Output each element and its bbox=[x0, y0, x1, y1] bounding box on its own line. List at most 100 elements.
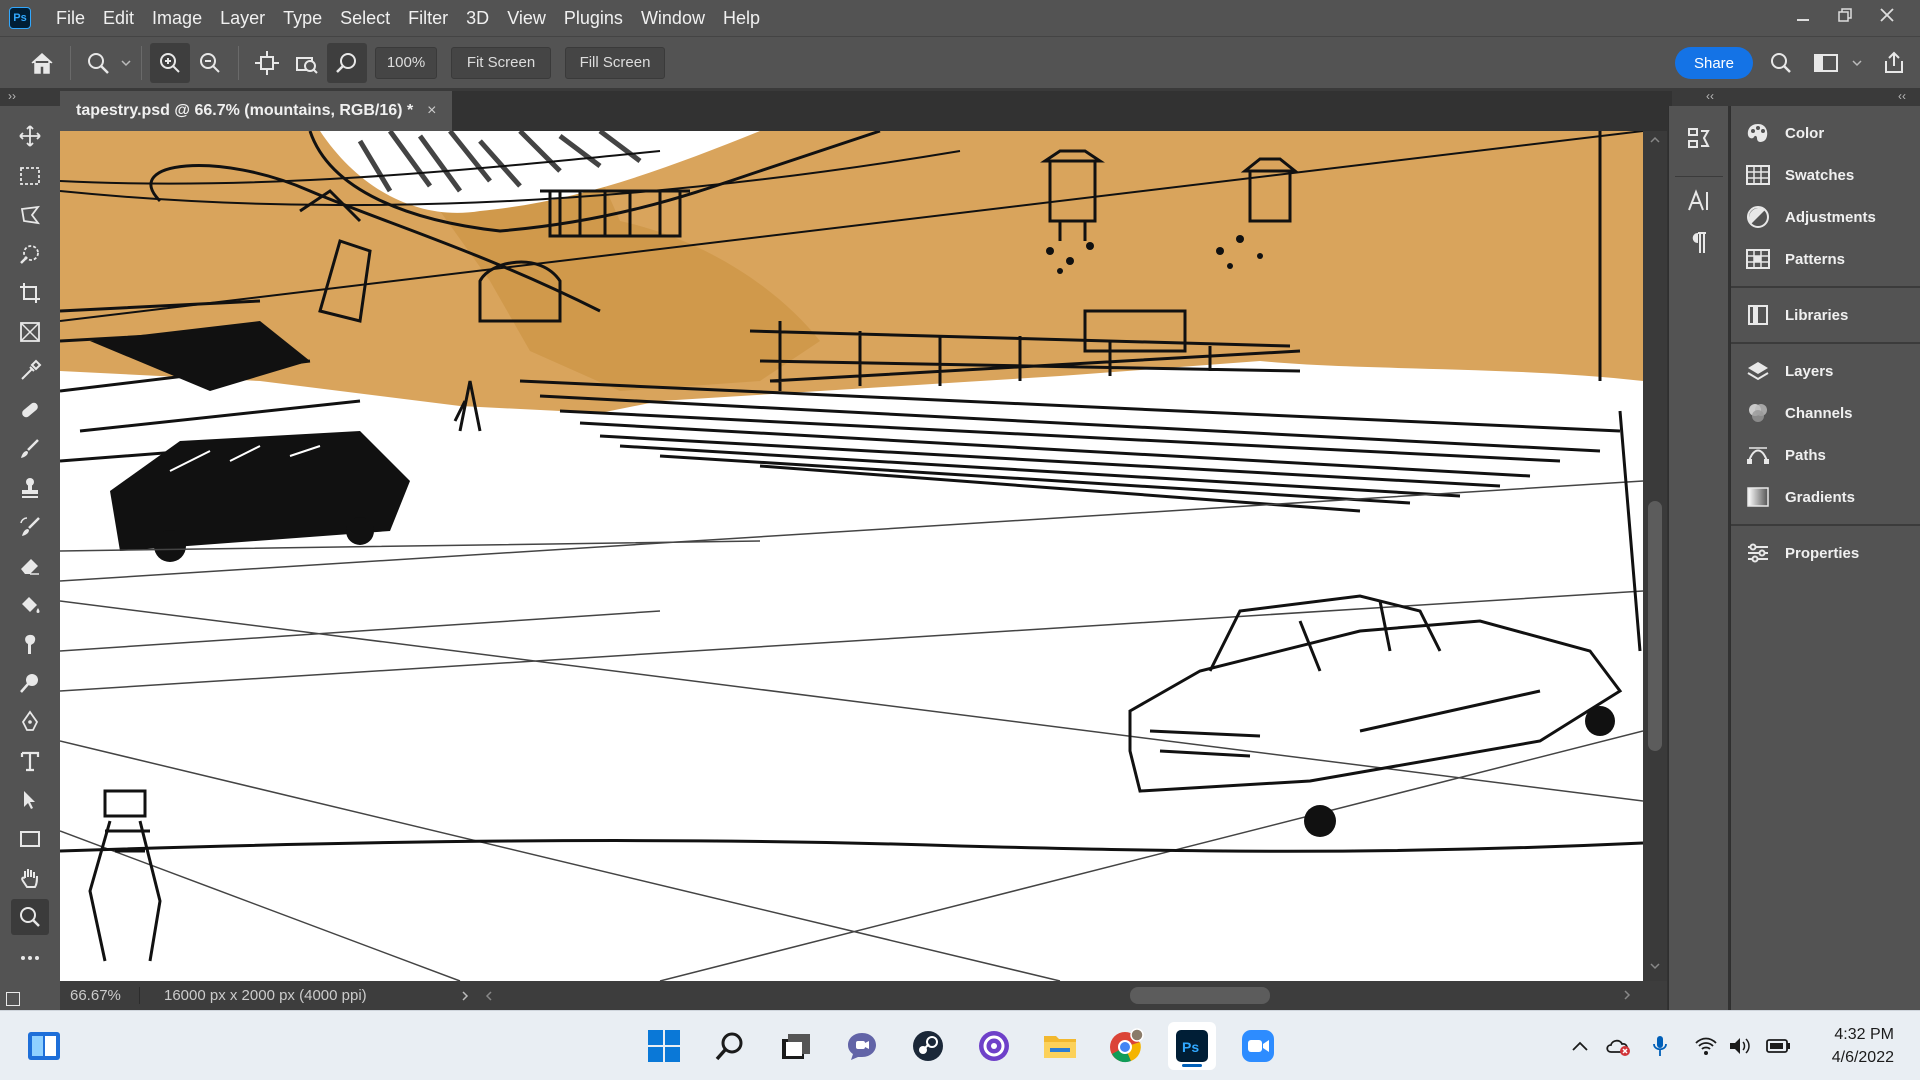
panel-adjustments[interactable]: Adjustments bbox=[1731, 196, 1920, 238]
scroll-left-icon[interactable] bbox=[484, 990, 494, 1002]
menu-select[interactable]: Select bbox=[331, 0, 399, 36]
foreground-color-swatch[interactable] bbox=[6, 992, 20, 1006]
clone-stamp-tool[interactable] bbox=[11, 470, 49, 506]
document-canvas[interactable] bbox=[60, 131, 1643, 981]
panel-gradients[interactable]: Gradients bbox=[1731, 476, 1920, 518]
export-button[interactable] bbox=[1876, 45, 1912, 81]
menu-image[interactable]: Image bbox=[143, 0, 211, 36]
eyedropper-tool[interactable] bbox=[11, 353, 49, 389]
healing-brush-tool[interactable] bbox=[11, 392, 49, 428]
wifi-status[interactable] bbox=[1692, 1032, 1720, 1060]
menu-type[interactable]: Type bbox=[274, 0, 331, 36]
panel-patterns[interactable]: Patterns bbox=[1731, 238, 1920, 280]
zoom-all-windows-button[interactable] bbox=[287, 43, 327, 83]
dodge-tool[interactable] bbox=[11, 665, 49, 701]
zoom-out-button[interactable] bbox=[190, 43, 230, 83]
menu-filter[interactable]: Filter bbox=[399, 0, 457, 36]
chevron-down-icon[interactable] bbox=[1851, 57, 1863, 69]
fill-screen-button[interactable]: Fill Screen bbox=[565, 46, 665, 79]
frame-tool[interactable] bbox=[11, 314, 49, 350]
menu-3d[interactable]: 3D bbox=[457, 0, 498, 36]
vertical-scroll-thumb[interactable] bbox=[1648, 501, 1662, 751]
hand-tool[interactable] bbox=[11, 860, 49, 896]
onedrive-status[interactable] bbox=[1604, 1032, 1632, 1060]
lasso-tool[interactable] bbox=[11, 197, 49, 233]
menu-layer[interactable]: Layer bbox=[211, 0, 274, 36]
search-button[interactable] bbox=[1763, 45, 1799, 81]
photoshop-taskbar-button[interactable]: Ps bbox=[1168, 1022, 1216, 1070]
fit-screen-button[interactable]: Fit Screen bbox=[451, 46, 551, 79]
chevron-right-icon[interactable] bbox=[460, 990, 470, 1002]
close-document-icon[interactable]: × bbox=[427, 102, 436, 120]
panel-paths[interactable]: Paths bbox=[1731, 434, 1920, 476]
menu-help[interactable]: Help bbox=[714, 0, 769, 36]
workspace-button[interactable] bbox=[1808, 45, 1844, 81]
system-clock[interactable]: 4:32 PM 4/6/2022 bbox=[1832, 1023, 1894, 1069]
task-view-button[interactable] bbox=[772, 1022, 820, 1070]
history-brush-tool[interactable] bbox=[11, 509, 49, 545]
status-zoom[interactable]: 66.67% bbox=[60, 987, 140, 1004]
share-button[interactable]: Share bbox=[1675, 47, 1753, 79]
close-window-button[interactable] bbox=[1866, 0, 1908, 30]
zoom-tool[interactable] bbox=[11, 899, 49, 935]
paint-bucket-tool[interactable] bbox=[11, 587, 49, 623]
expand-toolbar-icon[interactable]: ›› bbox=[8, 89, 16, 103]
resize-windows-button[interactable] bbox=[247, 43, 287, 83]
quick-select-tool[interactable] bbox=[11, 236, 49, 272]
panel-channels[interactable]: Channels bbox=[1731, 392, 1920, 434]
collapse-strip-icon[interactable]: ‹‹ bbox=[1706, 89, 1714, 103]
collapse-panels-icon[interactable]: ‹‹ bbox=[1898, 89, 1906, 103]
teams-chat-button[interactable] bbox=[838, 1022, 886, 1070]
rectangle-tool[interactable] bbox=[11, 821, 49, 857]
home-button[interactable] bbox=[22, 43, 62, 83]
scrubby-zoom-button[interactable] bbox=[327, 42, 367, 83]
pen-tool[interactable] bbox=[11, 704, 49, 740]
type-tool[interactable] bbox=[11, 743, 49, 779]
zoom-in-button[interactable] bbox=[150, 42, 190, 83]
paragraph-panel-button[interactable] bbox=[1680, 224, 1718, 262]
more-tools-button[interactable] bbox=[11, 940, 49, 976]
vertical-scrollbar[interactable] bbox=[1643, 131, 1667, 981]
widgets-button[interactable] bbox=[20, 1022, 68, 1070]
minimize-button[interactable] bbox=[1782, 0, 1824, 30]
menu-window[interactable]: Window bbox=[632, 0, 714, 36]
microphone-status[interactable] bbox=[1646, 1032, 1674, 1060]
panel-swatches[interactable]: Swatches bbox=[1731, 154, 1920, 196]
horizontal-scroll-thumb[interactable] bbox=[1130, 987, 1270, 1004]
brush-tool[interactable] bbox=[11, 431, 49, 467]
zoom-percentage-field[interactable]: 100% bbox=[375, 46, 437, 79]
marquee-tool[interactable] bbox=[11, 158, 49, 194]
path-selection-tool[interactable] bbox=[11, 782, 49, 818]
scroll-up-icon[interactable] bbox=[1649, 135, 1661, 145]
chevron-down-icon[interactable] bbox=[119, 56, 133, 70]
zoom-tool-preset-button[interactable] bbox=[79, 43, 119, 83]
start-button[interactable] bbox=[640, 1022, 688, 1070]
panel-color[interactable]: Color bbox=[1731, 112, 1920, 154]
character-panel-button[interactable] bbox=[1680, 182, 1718, 220]
zoom-app-button[interactable] bbox=[1234, 1022, 1282, 1070]
scroll-down-icon[interactable] bbox=[1649, 961, 1661, 971]
menu-plugins[interactable]: Plugins bbox=[555, 0, 632, 36]
menu-file[interactable]: File bbox=[47, 0, 94, 36]
github-desktop-button[interactable] bbox=[970, 1022, 1018, 1070]
document-tab[interactable]: tapestry.psd @ 66.7% (mountains, RGB/16)… bbox=[60, 91, 452, 131]
scroll-right-icon[interactable] bbox=[1622, 989, 1632, 1001]
panel-layers[interactable]: Layers bbox=[1731, 350, 1920, 392]
menu-edit[interactable]: Edit bbox=[94, 0, 143, 36]
history-panel-button[interactable] bbox=[1680, 120, 1718, 158]
smudge-tool[interactable] bbox=[11, 626, 49, 662]
menu-view[interactable]: View bbox=[498, 0, 555, 36]
chrome-button[interactable] bbox=[1102, 1022, 1150, 1070]
panel-libraries[interactable]: Libraries bbox=[1731, 294, 1920, 336]
show-hidden-icons-button[interactable] bbox=[1566, 1032, 1594, 1060]
move-tool[interactable] bbox=[11, 118, 49, 154]
steam-button[interactable] bbox=[904, 1022, 952, 1070]
restore-button[interactable] bbox=[1824, 0, 1866, 30]
taskbar-search-button[interactable] bbox=[706, 1022, 754, 1070]
file-explorer-button[interactable] bbox=[1036, 1022, 1084, 1070]
eraser-tool[interactable] bbox=[11, 548, 49, 584]
panel-properties[interactable]: Properties bbox=[1731, 532, 1920, 574]
crop-tool[interactable] bbox=[11, 275, 49, 311]
battery-status[interactable] bbox=[1764, 1032, 1792, 1060]
volume-status[interactable] bbox=[1726, 1032, 1754, 1060]
